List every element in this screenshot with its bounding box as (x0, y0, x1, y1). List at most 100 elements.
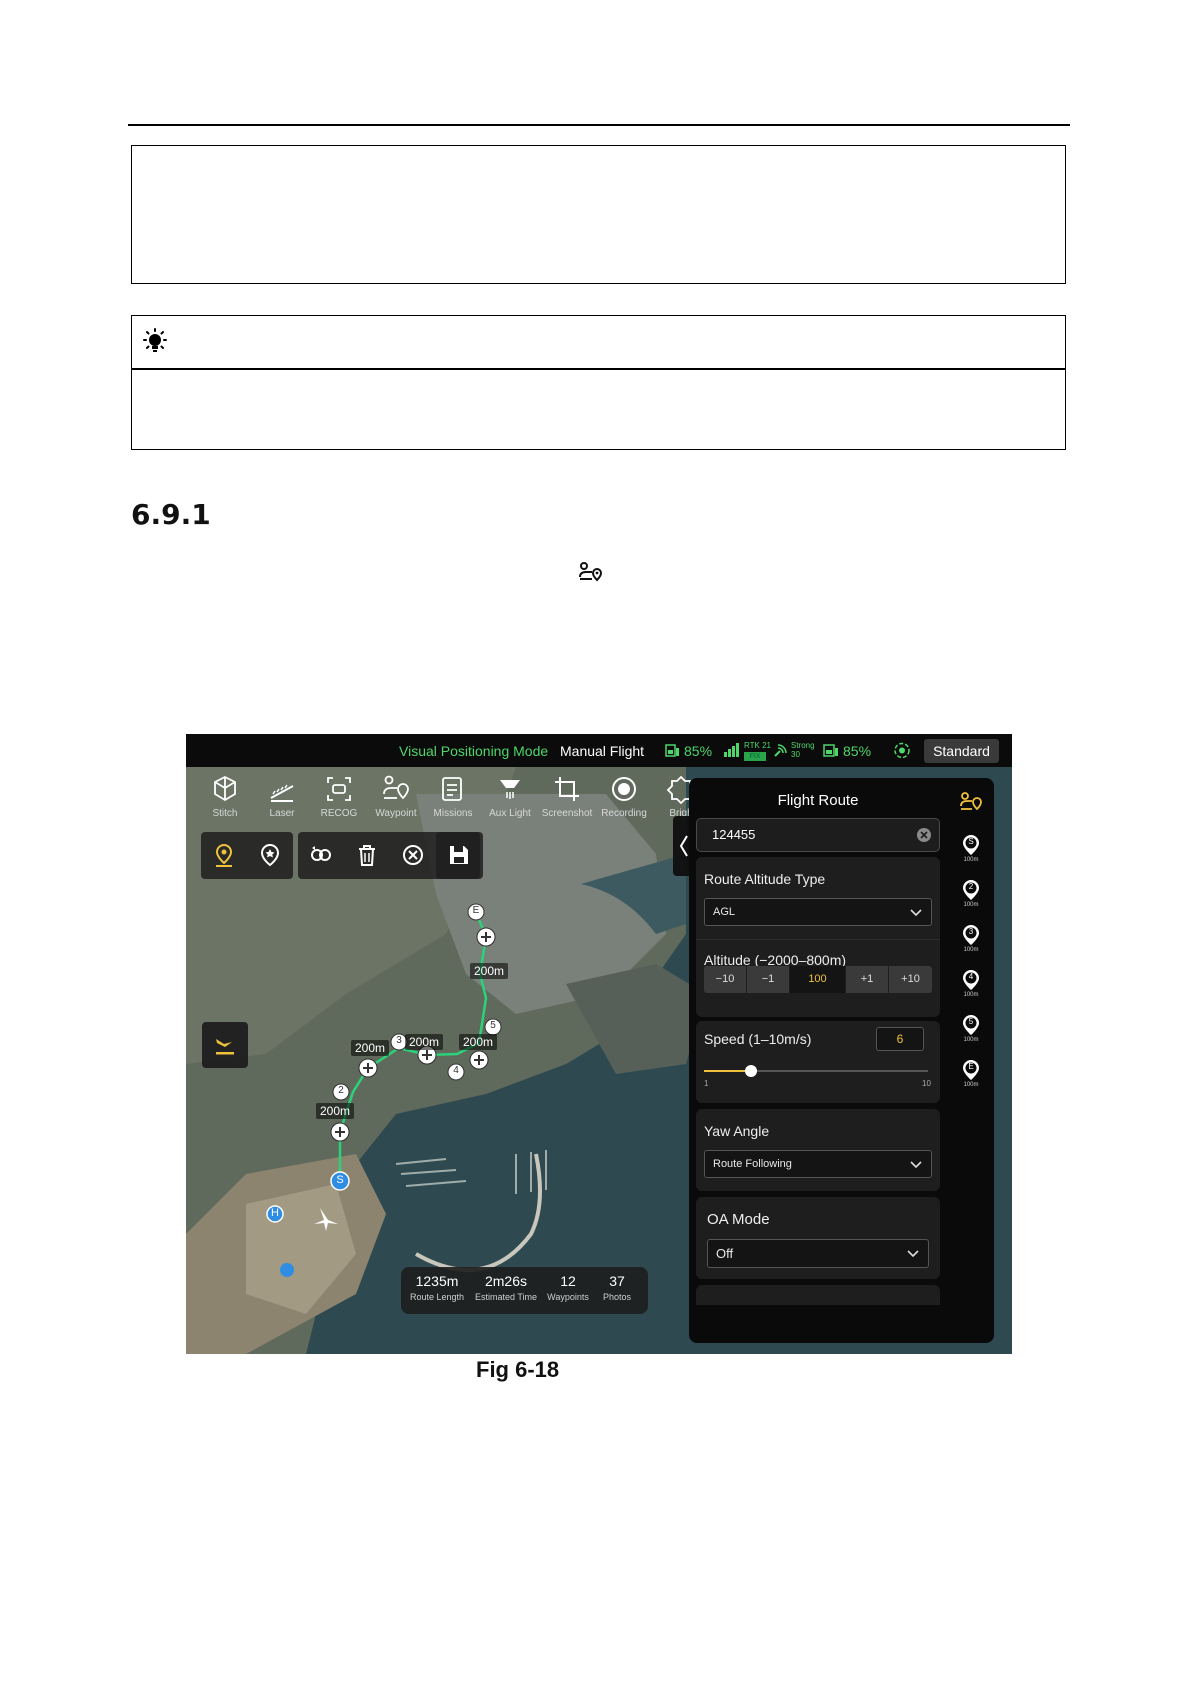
note-box (131, 145, 1066, 284)
waypoint-4-marker[interactable]: 4 (451, 1065, 461, 1076)
rail-waypoint-altitude: 100m (963, 1082, 979, 1088)
flight-mode: Manual Flight (560, 743, 645, 759)
clear-input-icon[interactable] (917, 828, 931, 842)
rail-waypoint-s[interactable]: 100m S (957, 834, 985, 872)
speed-min-label: 1 (704, 1079, 709, 1088)
toolbar-aux-light-button[interactable]: Aux Light (481, 774, 539, 826)
rail-waypoint-3[interactable]: 100m 3 (957, 924, 985, 962)
waypoint-2-marker[interactable]: 2 (336, 1085, 346, 1096)
estimated-time-stat: 2m26s Estimated Time (474, 1273, 538, 1302)
altitude-minus-10[interactable]: −10 (704, 966, 747, 993)
altitude-stepper: −10 −1 100 +1 +10 (704, 966, 932, 993)
speed-slider-thumb[interactable] (745, 1065, 758, 1077)
recording-icon (612, 777, 636, 801)
rail-waypoint-4[interactable]: 100m 4 (957, 969, 985, 1007)
add-waypoint-button[interactable] (201, 832, 248, 879)
toolbar-label: Waypoint (375, 808, 417, 819)
speed-label: Speed (1–10m/s) (704, 1031, 812, 1047)
rail-waypoint-altitude: 100m (963, 992, 979, 998)
rail-waypoint-2[interactable]: 100m 2 (957, 879, 985, 917)
clear-button[interactable] (390, 832, 437, 879)
aircraft-battery: 85% (684, 743, 713, 759)
home-point-marker[interactable]: H (270, 1207, 280, 1219)
rail-waypoint-5[interactable]: 100m 5 (957, 1014, 985, 1052)
positioning-mode: Visual Positioning Mode (399, 743, 549, 759)
save-button[interactable] (436, 832, 483, 879)
land-button[interactable] (202, 1022, 248, 1068)
waypoint-rail: 100m S 100m 2 100m 3 100m 4 100m 5 100m E (947, 778, 994, 1343)
route-stats: 1235m Route Length 2m26s Estimated Time 12… (401, 1267, 648, 1314)
rail-waypoint-id: S (968, 837, 974, 846)
chevron-down-icon (907, 1250, 919, 1258)
add-waypoint-icon (215, 843, 233, 867)
segment-length-label: 200m (459, 1034, 498, 1050)
toolbar-laser-button[interactable]: Laser (253, 774, 311, 826)
speed-input[interactable]: 6 (876, 1027, 924, 1051)
altitude-type-select[interactable]: AGL (704, 898, 932, 926)
yaw-label: Yaw Angle (704, 1123, 770, 1139)
close-circle-icon (403, 845, 423, 865)
toolbar-label: Recording (601, 808, 647, 819)
trash-icon (359, 845, 375, 866)
rail-waypoint-altitude: 100m (963, 947, 979, 953)
rc-signal-icon (724, 743, 739, 757)
rail-waypoint-altitude: 100m (963, 1037, 979, 1043)
route-name-input[interactable]: 124455 (696, 818, 940, 852)
reverse-route-button[interactable] (298, 832, 345, 879)
route-length-stat: 1235m Route Length (409, 1273, 465, 1302)
oa-select[interactable]: Off (707, 1239, 929, 1268)
toolbar-stitch-button[interactable]: Stitch (196, 774, 254, 826)
waypoint-start-marker[interactable]: S (335, 1174, 345, 1186)
toolbar-recog-button[interactable]: RECOG (310, 774, 368, 826)
altitude-type-label: Route Altitude Type (704, 871, 826, 887)
stitch-icon (214, 775, 236, 802)
waypoints-stat: 12 Waypoints (547, 1273, 589, 1302)
speed-slider[interactable] (704, 1065, 928, 1077)
delete-button[interactable] (344, 832, 391, 879)
toolbar-waypoint-button[interactable]: Waypoint (367, 774, 425, 826)
flight-route-tab-icon[interactable] (959, 791, 983, 813)
altitude-value[interactable]: 100 (790, 966, 846, 993)
photos-stat: 37 Photos (602, 1273, 632, 1302)
toolbar-screenshot-button[interactable]: Screenshot (538, 774, 596, 826)
rail-waypoint-e[interactable]: 100m E (957, 1059, 985, 1097)
rail-waypoint-id: 4 (968, 972, 974, 981)
panel-title: Flight Route (777, 792, 859, 809)
waypoint-icon (383, 775, 409, 800)
altitude-minus-1[interactable]: −1 (747, 966, 790, 993)
recog-icon (327, 777, 351, 801)
oa-card: OA Mode Off (696, 1197, 940, 1279)
standard-mode-button[interactable]: Standard (924, 739, 999, 763)
status-bar: Visual Positioning Mode Manual Flight 85… (186, 734, 1012, 767)
speed-max-label: 10 (922, 1079, 931, 1088)
rc-battery-icon (823, 744, 838, 757)
add-poi-button[interactable] (247, 832, 294, 879)
section-number: 6.9.1 (131, 498, 211, 531)
yaw-select[interactable]: Route Following (704, 1150, 932, 1178)
app-screenshot: 200m 200m 200m 200m 200m E 2 3 4 5 S H V… (186, 734, 1012, 1354)
waypoint-3-marker[interactable]: 3 (394, 1035, 404, 1046)
toolbar-label: Screenshot (541, 808, 593, 819)
waypoint-e-marker[interactable]: E (471, 905, 481, 916)
satellite-signal-icon (774, 744, 787, 757)
flight-route-panel: Flight Route 124455 Route Altitude Type … (689, 778, 994, 1343)
tip-box (131, 315, 1066, 450)
speed-slider-fill (704, 1070, 752, 1072)
aux-light-icon (500, 780, 520, 799)
waypoint-5-marker[interactable]: 5 (488, 1020, 498, 1031)
segment-length-label: 200m (316, 1103, 355, 1119)
altitude-plus-1[interactable]: +1 (846, 966, 889, 993)
segment-length-label: 200m (351, 1040, 390, 1056)
toolbar-missions-button[interactable]: Missions (424, 774, 482, 826)
chevron-down-icon (910, 1161, 922, 1169)
rtk-fix-badge: FIX (744, 752, 766, 761)
screenshot-icon (555, 777, 579, 801)
toolbar-recording-button[interactable]: Recording (595, 774, 653, 826)
yaw-value: Route Following (713, 1158, 792, 1170)
toolbar-label: Missions (433, 808, 473, 819)
oa-value: Off (716, 1246, 734, 1261)
toolbar-label: RECOG (320, 808, 358, 819)
altitude-plus-10[interactable]: +10 (889, 966, 932, 993)
landing-icon (216, 1039, 234, 1055)
vision-sensor-icon (894, 742, 910, 759)
